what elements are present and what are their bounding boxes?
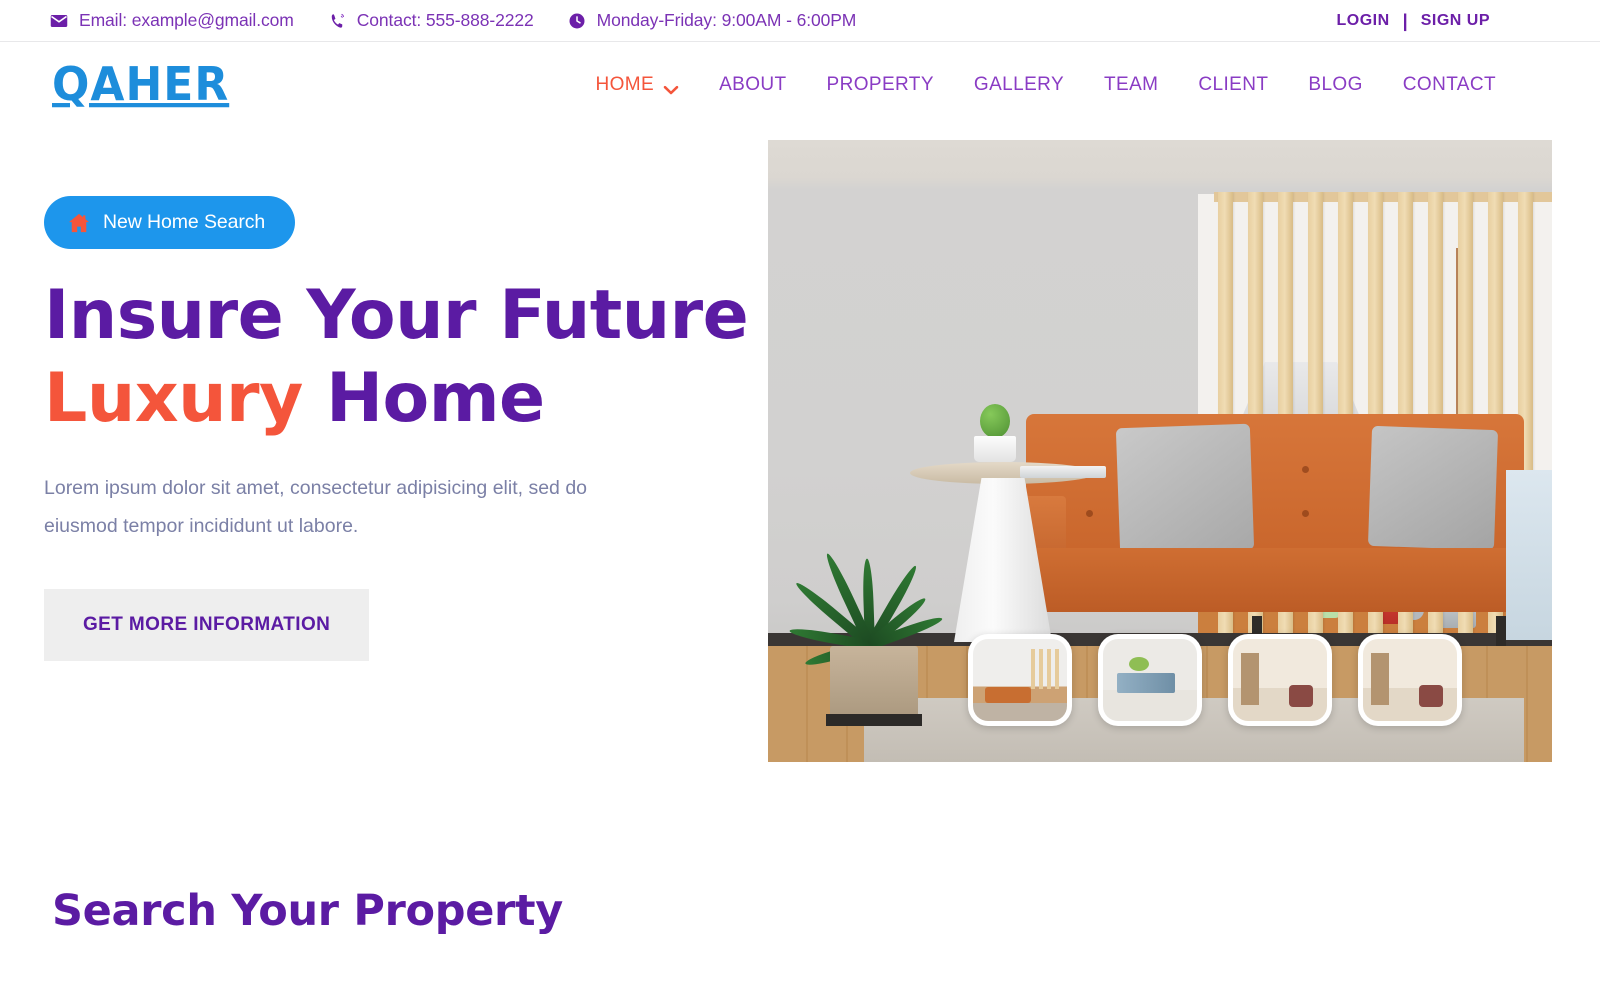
topbar-email[interactable]: Email: example@gmail.com — [50, 10, 294, 31]
hero-image-window — [1506, 470, 1552, 640]
cactus-body — [980, 404, 1010, 438]
hero-thumbnail-3-image — [1233, 639, 1327, 721]
top-contact-info: Email: example@gmail.com Contact: 555-88… — [50, 10, 856, 31]
phone-icon — [328, 12, 346, 30]
hero-heading: Insure Your Future Luxury Home — [44, 275, 768, 441]
hero-heading-line1: Insure Your Future — [44, 276, 749, 355]
hero-thumbnail-3[interactable] — [1228, 634, 1332, 726]
main-header: QAHER HOME ABOUT PROPERTY GALLERY TEAM C… — [0, 42, 1600, 128]
hero-paragraph: Lorem ipsum dolor sit amet, consectetur … — [44, 476, 588, 537]
hero-thumbnail-1-image — [973, 639, 1067, 721]
login-link[interactable]: LOGIN — [1334, 12, 1391, 30]
cactus-plant — [972, 404, 1018, 462]
envelope-icon — [50, 12, 68, 30]
topbar-email-text: Email: example@gmail.com — [79, 10, 294, 30]
clock-icon — [568, 12, 586, 30]
search-property-title: Search Your Property — [52, 886, 563, 936]
nav-item-property[interactable]: PROPERTY — [807, 74, 954, 96]
nav-item-about[interactable]: ABOUT — [699, 74, 806, 96]
new-home-search-badge[interactable]: New Home Search — [44, 196, 296, 249]
sofa-pillow-right — [1367, 425, 1499, 551]
get-more-information-button[interactable]: GET MORE INFORMATION — [44, 588, 370, 661]
hero-thumbnail-strip — [968, 634, 1462, 726]
search-property-section: Search Your Property — [0, 794, 1600, 936]
table-books — [1020, 466, 1106, 478]
auth-separator: | — [1402, 10, 1408, 31]
hero-thumbnail-2-image — [1103, 639, 1197, 721]
hero-thumbnail-4[interactable] — [1358, 634, 1462, 726]
side-table — [910, 404, 1106, 642]
nav-item-client[interactable]: CLIENT — [1178, 74, 1288, 96]
topbar-hours-text: Monday-Friday: 9:00AM - 6:00PM — [596, 10, 857, 30]
signup-link[interactable]: SIGN UP — [1419, 12, 1492, 30]
nav-label-home: HOME — [595, 74, 655, 95]
hero-thumbnail-1[interactable] — [968, 634, 1072, 726]
chevron-down-icon — [663, 80, 679, 94]
hero-section: New Home Search Insure Your Future Luxur… — [0, 128, 1600, 794]
nav-item-blog[interactable]: BLOG — [1288, 74, 1382, 96]
topbar-hours: Monday-Friday: 9:00AM - 6:00PM — [568, 10, 857, 31]
badge-label: New Home Search — [103, 211, 266, 233]
auth-links: LOGIN | SIGN UP — [1334, 12, 1554, 30]
cactus-pot — [974, 436, 1016, 462]
hero-thumbnail-2[interactable] — [1098, 634, 1202, 726]
hero-content: New Home Search Insure Your Future Luxur… — [0, 128, 768, 794]
site-logo[interactable]: QAHER — [52, 61, 229, 109]
nav-item-home[interactable]: HOME — [575, 74, 699, 96]
nav-item-team[interactable]: TEAM — [1084, 74, 1178, 96]
nav-item-contact[interactable]: CONTACT — [1383, 74, 1496, 96]
palm-plant-stand — [826, 714, 922, 726]
home-icon — [68, 213, 90, 233]
hero-heading-line2: Luxury Home — [44, 358, 768, 441]
side-table-base — [954, 478, 1052, 642]
topbar-contact-text: Contact: 555-888-2222 — [356, 10, 534, 30]
nav-item-gallery[interactable]: GALLERY — [954, 74, 1084, 96]
hero-image — [768, 140, 1552, 762]
top-contact-bar: Email: example@gmail.com Contact: 555-88… — [0, 0, 1600, 42]
hero-heading-rest: Home — [326, 358, 545, 438]
main-navigation: HOME ABOUT PROPERTY GALLERY TEAM CLIENT … — [575, 74, 1554, 96]
hero-thumbnail-4-image — [1363, 639, 1457, 721]
sofa-pillow-left — [1115, 423, 1255, 555]
hero-heading-accent: Luxury — [44, 358, 303, 438]
topbar-contact[interactable]: Contact: 555-888-2222 — [328, 10, 534, 31]
